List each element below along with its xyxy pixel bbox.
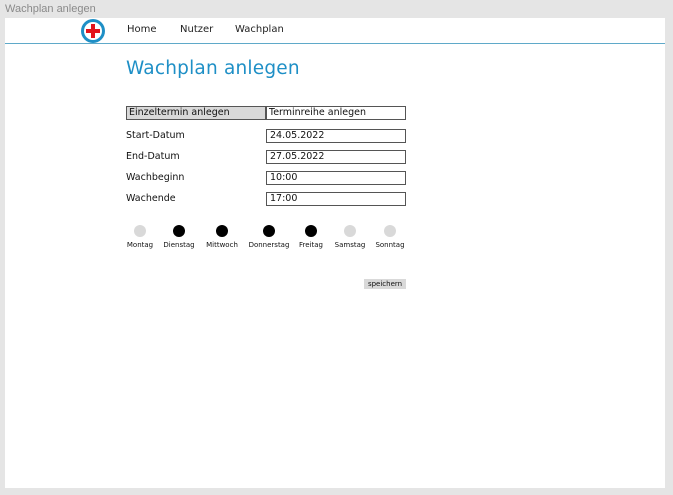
- nav-item-home[interactable]: Home: [127, 24, 157, 35]
- day-label: Sonntag: [375, 241, 405, 249]
- nav-item-wachplan[interactable]: Wachplan: [235, 24, 284, 35]
- day-radio-icon: [344, 225, 356, 237]
- nav-item-nutzer[interactable]: Nutzer: [180, 24, 213, 35]
- save-button[interactable]: speichern: [364, 279, 406, 289]
- day-radio-icon: [384, 225, 396, 237]
- day-radio-icon: [263, 225, 275, 237]
- shift-start-label: Wachbeginn: [126, 172, 185, 183]
- end-date-input[interactable]: 27.05.2022: [266, 150, 406, 164]
- mode-einzeltermin-button[interactable]: Einzeltermin anlegen: [126, 106, 266, 120]
- top-nav: Home Nutzer Wachplan: [5, 18, 665, 44]
- mode-terminreihe-button[interactable]: Terminreihe anlegen: [266, 106, 406, 120]
- logo-cross-horizontal: [86, 29, 100, 33]
- red-cross-logo-icon[interactable]: [81, 19, 105, 43]
- page-title: Wachplan anlegen: [126, 58, 300, 79]
- end-date-label: End-Datum: [126, 151, 180, 162]
- day-radio-icon: [134, 225, 146, 237]
- frame-label: Wachplan anlegen: [5, 3, 96, 15]
- app-frame: Home Nutzer Wachplan Wachplan anlegen Ei…: [5, 18, 665, 488]
- day-label: Mittwoch: [206, 241, 238, 249]
- day-radio-icon: [216, 225, 228, 237]
- day-toggle-mittwoch[interactable]: Mittwoch: [197, 225, 247, 249]
- shift-end-label: Wachende: [126, 193, 176, 204]
- day-toggle-sonntag[interactable]: Sonntag: [365, 225, 415, 249]
- day-radio-icon: [305, 225, 317, 237]
- start-date-input[interactable]: 24.05.2022: [266, 129, 406, 143]
- day-radio-icon: [173, 225, 185, 237]
- start-date-label: Start-Datum: [126, 130, 185, 141]
- shift-start-input[interactable]: 10:00: [266, 171, 406, 185]
- shift-end-input[interactable]: 17:00: [266, 192, 406, 206]
